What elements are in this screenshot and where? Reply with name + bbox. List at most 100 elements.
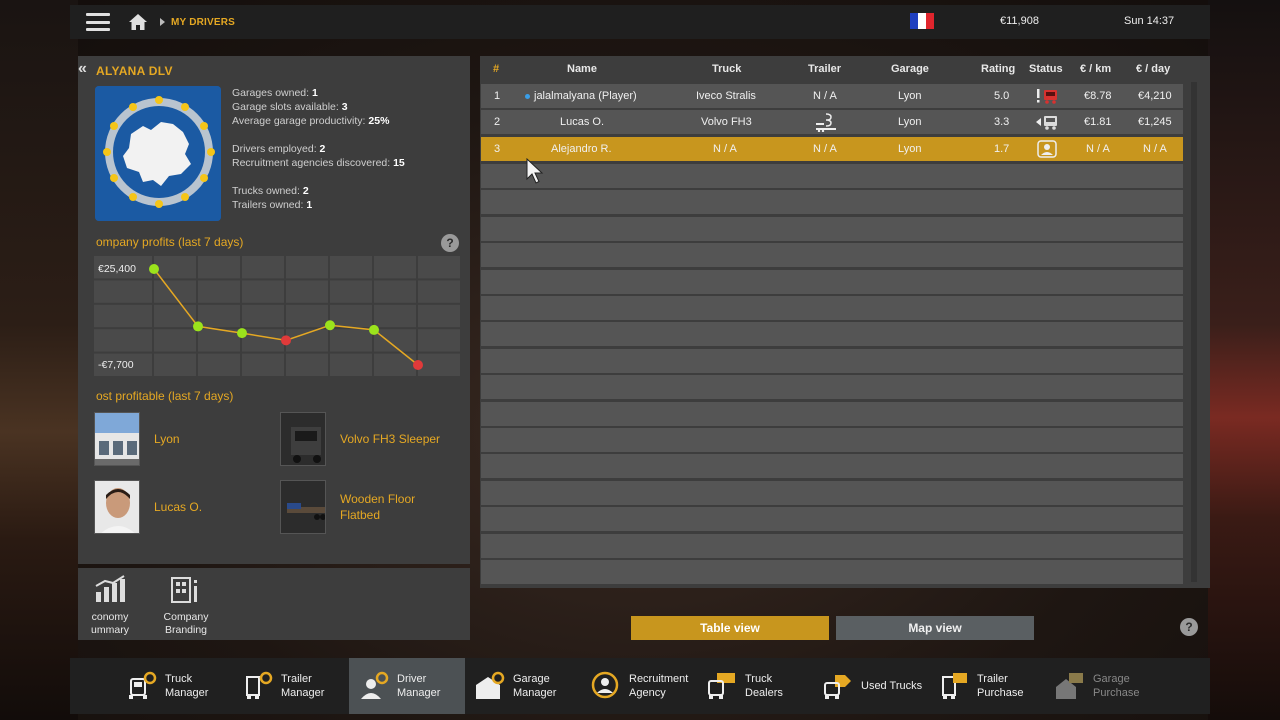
profit-point[interactable]: [325, 320, 335, 331]
profits-chart: [94, 256, 462, 378]
profit-point[interactable]: [149, 264, 159, 274]
driver-stats: Drivers employed: 2 Recruitment agencies…: [232, 142, 405, 170]
most-profitable-truck[interactable]: Volvo FH3 Sleeper: [280, 412, 440, 466]
header-rating[interactable]: Rating: [981, 63, 1015, 75]
drivers-employed-label: Drivers employed:: [232, 143, 320, 155]
table-scrollbar[interactable]: [1191, 82, 1197, 582]
chart-grid-cell: [286, 280, 328, 303]
building-icon: [171, 577, 197, 603]
profits-chart-svg: [94, 256, 460, 376]
chart-grid-cell: [242, 353, 284, 376]
game-clock: Sun 14:37: [1124, 15, 1175, 27]
tab-label-1: Used Trucks: [861, 680, 923, 692]
tab-label-1: Recruitment: [629, 673, 689, 685]
company-name: ALYANA DLV: [96, 64, 173, 78]
truck-manager-tab[interactable]: Truck Manager: [117, 658, 233, 714]
empty-table-row: [481, 322, 1183, 347]
company-branding-button[interactable]: Company Branding: [154, 574, 218, 637]
table-row[interactable]: 1 jalalmalyana (Player) Iveco Stralis N …: [481, 84, 1183, 108]
menu-icon[interactable]: [86, 13, 110, 31]
truck-gear-icon: [129, 671, 157, 699]
background-right: [1208, 0, 1280, 720]
tab-label-1: Garage: [513, 673, 550, 685]
bottom-toolbar: Truck Manager Trailer Manager Driver Manage…: [70, 658, 1210, 714]
header-number[interactable]: #: [493, 63, 499, 75]
driver-manager-tab[interactable]: Driver Manager: [349, 658, 465, 714]
help-icon[interactable]: ?: [1180, 618, 1198, 636]
chart-grid-cell: [374, 280, 416, 303]
garage-name: Lyon: [154, 432, 180, 446]
chart-grid-cell: [418, 304, 460, 328]
trailer-icon: [816, 113, 836, 132]
trailer-purchase-tab[interactable]: Trailer Purchase: [929, 658, 1045, 714]
most-profitable-trailer[interactable]: Wooden Floor Flatbed: [280, 480, 415, 534]
garages-owned-value: 1: [311, 87, 318, 99]
chart-grid-cell: [418, 256, 460, 279]
profit-point[interactable]: [413, 360, 423, 370]
header-truck[interactable]: Truck: [712, 63, 741, 75]
profit-point[interactable]: [193, 321, 203, 332]
economy-summary-button[interactable]: conomy ummary: [78, 574, 142, 637]
home-icon[interactable]: [128, 12, 148, 32]
truck-dealers-tab[interactable]: Truck Dealers: [697, 658, 813, 714]
map-view-button[interactable]: Map view: [836, 616, 1034, 640]
collapse-icon[interactable]: «: [78, 61, 92, 78]
trailer-manager-tab[interactable]: Trailer Manager: [233, 658, 349, 714]
empty-table-row: [481, 454, 1183, 479]
driver-garage: Lyon: [898, 143, 922, 155]
empty-table-row: [481, 164, 1183, 188]
truck-warning-icon: [1037, 89, 1057, 104]
most-profitable-driver[interactable]: Lucas O.: [94, 480, 202, 534]
company-logo: [95, 86, 221, 221]
table-row[interactable]: 2 Lucas O. Volvo FH3 Lyon 3.3 €1.81 €1,2…: [481, 110, 1183, 134]
garage-slots-value: 3: [341, 101, 348, 113]
header-garage[interactable]: Garage: [891, 63, 929, 75]
driver-truck: N / A: [713, 143, 737, 155]
chart-grid-cell: [330, 256, 372, 279]
garage-purchase-tab[interactable]: Garage Purchase: [1045, 658, 1161, 714]
header-per-km[interactable]: € / km: [1080, 63, 1111, 75]
tab-label-2: Manager: [281, 687, 325, 699]
bar-chart-icon: [95, 575, 125, 602]
help-icon[interactable]: ?: [441, 234, 459, 252]
driver-gear-icon: [361, 671, 389, 699]
drivers-table-panel: # Name Truck Trailer Garage Rating Statu…: [480, 56, 1210, 588]
table-row-selected[interactable]: 3 Alejandro R. N / A N / A Lyon 1.7 N / …: [481, 137, 1183, 161]
profits-title: ompany profits (last 7 days): [96, 235, 244, 249]
table-view-button[interactable]: Table view: [631, 616, 829, 640]
garage-manager-tab[interactable]: Garage Manager: [465, 658, 581, 714]
tab-label-2: Purchase: [1093, 687, 1140, 699]
most-profitable-title: ost profitable (last 7 days): [96, 389, 234, 403]
chart-grid-cell: [242, 256, 284, 279]
profit-point[interactable]: [369, 324, 379, 335]
used-truck-icon: [824, 675, 851, 699]
used-trucks-tab[interactable]: Used Trucks: [813, 658, 929, 714]
header-name[interactable]: Name: [567, 63, 597, 75]
driver-rating: 5.0: [994, 90, 1010, 102]
chart-grid-cell: [94, 329, 152, 352]
truck-dealer-icon: [708, 673, 735, 699]
driver-rating: 3.3: [994, 116, 1010, 128]
driver-trailer: N / A: [813, 143, 837, 155]
branding-label-1: Company: [163, 611, 209, 623]
driver-per-day: €4,210: [1138, 90, 1172, 102]
tab-label-1: Truck: [745, 673, 773, 685]
recruitment-agency-tab[interactable]: Recruitment Agency: [581, 658, 697, 714]
header-per-day[interactable]: € / day: [1136, 63, 1170, 75]
empty-table-row: [481, 480, 1183, 505]
chart-grid-cell: [286, 353, 328, 376]
most-profitable-garage[interactable]: Lyon: [94, 412, 180, 466]
header-trailer[interactable]: Trailer: [808, 63, 841, 75]
tab-label-1: Trailer: [977, 673, 1008, 685]
header-status[interactable]: Status: [1029, 63, 1063, 75]
garages-owned-label: Garages owned:: [232, 87, 312, 99]
empty-table-row: [481, 560, 1183, 584]
driver-name: Alejandro R.: [551, 143, 612, 155]
productivity-value: 25%: [368, 115, 390, 127]
table-header: # Name Truck Trailer Garage Rating Statu…: [480, 56, 1190, 82]
breadcrumb[interactable]: MY DRIVERS: [171, 17, 235, 28]
profit-point[interactable]: [281, 335, 291, 346]
driver-name: jalalmalyana (Player): [534, 90, 637, 102]
profit-point[interactable]: [237, 328, 247, 339]
chart-grid-cell: [418, 329, 460, 352]
